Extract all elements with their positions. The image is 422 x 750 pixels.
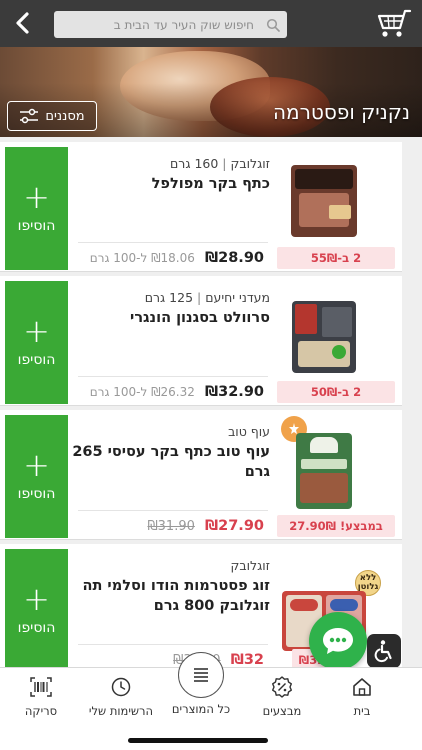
wheelchair-icon [374,640,392,663]
add-to-cart-button[interactable]: + הוסיפו [5,549,68,667]
all-products-button[interactable] [178,652,224,698]
product-image [280,432,368,510]
product-price: ₪32.90 [205,384,264,400]
product-brand: עוף טוב [228,424,270,439]
product-name[interactable]: זוג פסטרמות הודו וסלמי תה זוגלובק 800 גר… [70,576,270,616]
chevron-left-icon [16,12,29,34]
product-package [291,165,357,237]
chat-button[interactable] [309,612,367,670]
nav-scan[interactable]: סריקה [0,674,83,718]
product-brand-weight: זוגלובק | 160 גרם [169,156,270,171]
product-list[interactable]: + הוסיפו זוגלובק | 160 גרם כתף בקר מפולפ… [0,137,422,667]
category-title: נקניק ופסטרמה [272,100,410,124]
plus-icon: + [23,177,50,216]
price-row: ₪32.90 ₪26.32 ל-100 גרם [90,384,264,400]
sale-price: ₪32 [230,652,264,667]
divider [78,242,268,243]
product-name[interactable]: כתף בקר מפולפל [70,174,270,194]
category-banner: נקניק ופסטרמה מסננים [0,47,422,137]
sale-price: ₪27.90 [205,518,264,534]
product-card[interactable]: + הוסיפו עוף טוב עוף טוב כתף בקר עסיסי 2… [0,410,402,540]
divider [78,376,268,377]
nav-my-lists[interactable]: הרשימות שלי [79,674,163,718]
plus-icon: + [23,311,50,350]
accessibility-button[interactable] [367,634,401,668]
sliders-icon [20,108,39,124]
product-price: ₪28.90 [205,250,264,266]
back-button[interactable] [6,8,40,38]
product-image [280,162,368,240]
product-package [296,433,352,509]
top-bar [0,0,422,47]
add-to-cart-button[interactable]: + הוסיפו [5,147,68,270]
plus-icon: + [23,445,50,484]
list-icon [194,668,208,682]
product-card[interactable]: + הוסיפו זוגלובק | 160 גרם כתף בקר מפולפ… [0,142,402,272]
add-to-cart-button[interactable]: + הוסיפו [5,281,68,404]
filters-label: מסננים [45,108,85,124]
product-card[interactable]: + הוסיפו מעדני יחיעם | 125 גרם סרוולט בס… [0,276,402,406]
cart-icon [377,9,412,37]
nav-deals[interactable]: מבצעים [240,674,324,718]
promo-badge[interactable]: 2 ב-55₪ [277,247,395,269]
price-row: ₪27.90 ₪31.90 [147,518,264,534]
barcode-scan-icon [28,674,54,700]
clock-icon [108,674,134,700]
divider [78,510,268,511]
old-price: ₪31.90 [147,519,195,534]
add-to-cart-button[interactable]: + הוסיפו [5,415,68,538]
nav-all-products[interactable]: כל המוצרים [159,702,243,716]
home-icon [349,674,375,700]
unit-price: ₪26.32 ל-100 גרם [89,385,195,399]
chat-bubble-icon [323,628,353,654]
product-package [292,301,356,373]
product-name[interactable]: עוף טוב כתף בקר עסיסי 265 גרם [70,442,270,482]
cart-button[interactable] [374,7,412,40]
product-brand: זוגלובק [230,558,271,573]
price-row: ₪28.90 ₪18.06 ל-100 גרם [90,250,264,266]
filters-button[interactable]: מסננים [7,101,97,131]
divider [78,644,268,645]
nav-home[interactable]: בית [320,674,404,718]
discount-badge-icon [269,674,295,700]
plus-icon: + [23,579,50,618]
product-name[interactable]: סרוולט בסגנון הונגרי [70,308,270,328]
search-box[interactable] [54,11,287,38]
home-indicator [128,738,268,743]
product-brand-weight: מעדני יחיעם | 125 גרם [144,290,270,305]
product-image [280,298,368,376]
promo-badge[interactable]: 2 ב-50₪ [277,381,395,403]
unit-price: ₪18.06 ל-100 גרם [89,251,195,265]
search-input[interactable] [54,17,260,32]
promo-badge[interactable]: במבצע! 27.90₪ [277,515,395,537]
search-icon [265,17,281,33]
